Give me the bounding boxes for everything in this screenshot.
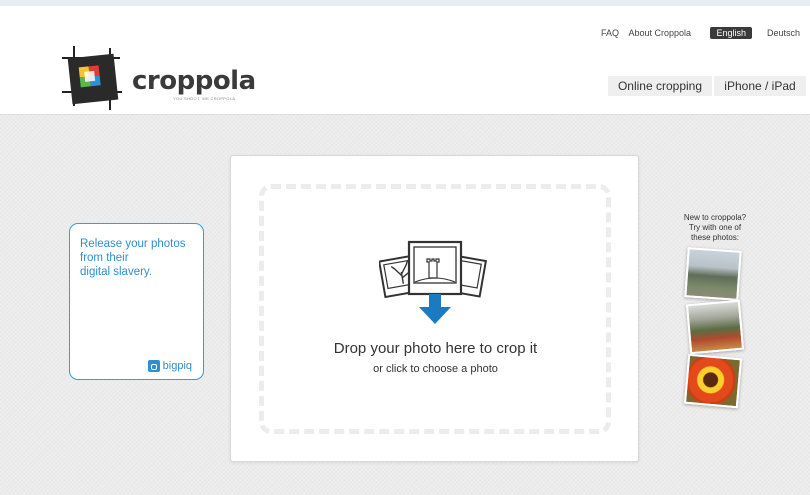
tab-online-cropping[interactable]: Online cropping [608, 76, 712, 96]
bigpiq-brand: bigpiq [147, 360, 192, 372]
photo-drop-zone[interactable]: CTC Drop your photo here to crop it or c… [230, 155, 639, 462]
samples-line-1: New to croppola? [683, 213, 747, 222]
logo-tagline: YOU SHOOT, WE CROPPOLA [173, 96, 236, 101]
logo-text: croppola [132, 66, 256, 96]
ad-line-1: Release your photos [80, 238, 186, 250]
ad-text: Release your photos from their digital s… [80, 237, 200, 279]
croppola-logo[interactable]: croppola YOU SHOOT, WE CROPPOLA [60, 46, 256, 116]
sample-photos-caption: New to croppola? Try with one of these p… [672, 213, 758, 243]
about-link[interactable]: About Croppola [628, 28, 691, 38]
choose-photo-link[interactable]: or click to choose a photo [231, 363, 640, 375]
photos-illustration-icon: CTC [379, 240, 488, 324]
language-deutsch-link[interactable]: Deutsch [767, 28, 800, 38]
ad-line-3: digital slavery. [80, 266, 153, 278]
samples-line-3: these photos: [690, 233, 740, 242]
faq-link[interactable]: FAQ [601, 28, 619, 38]
drop-title: Drop your photo here to crop it [333, 340, 538, 357]
top-links: FAQ About Croppola English Deutsch [580, 27, 800, 40]
croppola-logo-icon [62, 46, 122, 110]
sample-photo-3[interactable] [683, 353, 743, 409]
sample-photo-1[interactable] [684, 247, 742, 301]
ad-line-2: from their [80, 252, 129, 264]
bigpiq-logo-icon [147, 360, 160, 372]
tab-iphone-ipad[interactable]: iPhone / iPad [714, 76, 806, 96]
header: croppola YOU SHOOT, WE CROPPOLA FAQ Abou… [0, 6, 810, 115]
bigpiq-ad[interactable]: Release your photos from their digital s… [69, 223, 204, 380]
sample-photo-2[interactable] [685, 299, 745, 355]
samples-line-2: Try with one of [688, 223, 742, 232]
language-english-button[interactable]: English [710, 27, 752, 39]
bigpiq-label: bigpiq [162, 360, 192, 372]
